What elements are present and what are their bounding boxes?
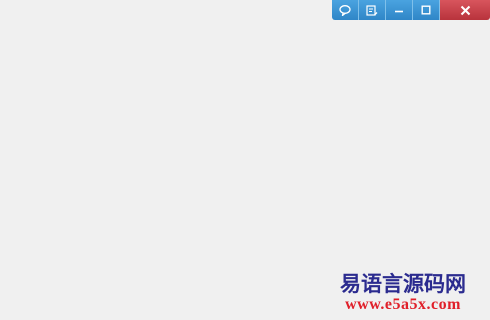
maximize-button[interactable] xyxy=(413,0,440,20)
close-button[interactable] xyxy=(440,0,490,20)
watermark-url: www.e5a5x.com xyxy=(345,296,461,313)
watermark-title: 易语言源码网 xyxy=(340,271,466,296)
skin-button[interactable] xyxy=(359,0,386,20)
watermark-logo: 易语言源码网 www.e5a5x.com xyxy=(340,272,466,314)
list-edit-icon xyxy=(366,4,378,16)
minimize-icon xyxy=(395,10,403,13)
feedback-button[interactable] xyxy=(332,0,359,20)
maximize-icon xyxy=(421,5,431,15)
app-window: 易语言源码网 www.e5a5x.com xyxy=(0,0,490,320)
speech-bubble-icon xyxy=(339,4,351,16)
close-icon xyxy=(460,5,470,15)
caption-buttons xyxy=(332,0,490,20)
minimize-button[interactable] xyxy=(386,0,413,20)
